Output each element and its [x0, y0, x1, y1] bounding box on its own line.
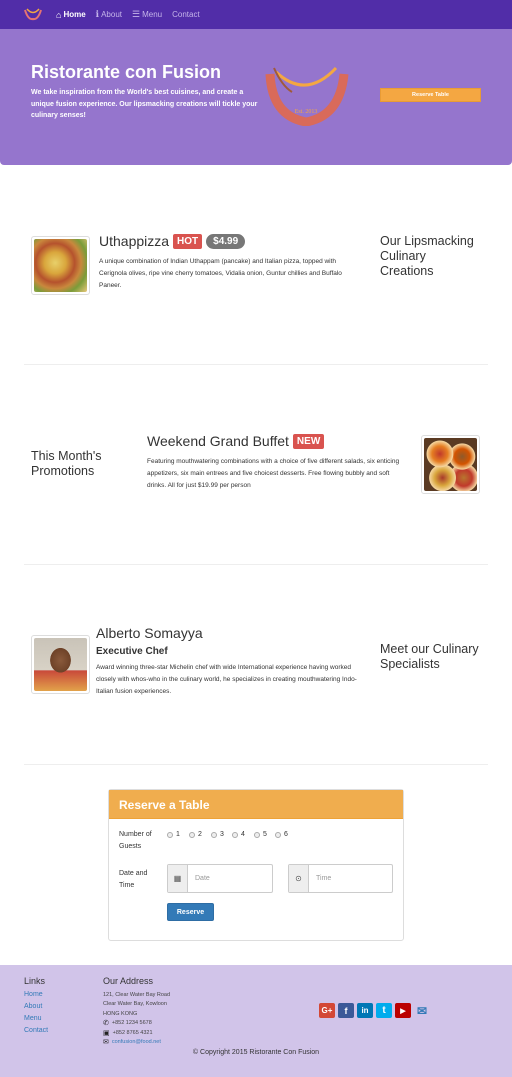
dish-name: Uthappizza [99, 233, 170, 249]
promotion-image [421, 435, 480, 494]
reserve-table-button[interactable]: Reserve Table [380, 88, 481, 102]
phone-number: +852 1234 5678 [111, 1020, 152, 1026]
nav-label: About [101, 10, 122, 19]
calendar-icon: ▦ [168, 865, 188, 892]
youtube-icon[interactable]: ▶ [395, 1003, 411, 1018]
links-heading: Links [24, 976, 46, 986]
radio-button[interactable] [189, 831, 195, 838]
clock-icon: ⊙ [289, 865, 309, 892]
phone-icon: ✆ [103, 1020, 109, 1027]
reserve-panel: Reserve a Table Number of Guests 1 2 3 4… [108, 789, 404, 941]
guest-option-label: 2 [198, 831, 202, 838]
date-input[interactable]: Date [188, 865, 272, 892]
promotion-name: Weekend Grand Buffet [147, 433, 289, 449]
phone-line: ✆ +852 1234 5678 [103, 1019, 152, 1029]
divider [24, 364, 488, 365]
new-label: NEW [292, 433, 325, 449]
nav-item-contact[interactable]: Contact [172, 10, 200, 19]
jumbotron-title: Ristorante con Fusion [31, 62, 222, 82]
dish-title: Uthappizza HOT $4.99 [99, 233, 246, 249]
hot-label: HOT [173, 233, 203, 249]
promotion-side-heading: This Month's Promotions [31, 449, 102, 478]
email-line: ✉ confusion@food.net [103, 1038, 161, 1048]
guest-option-label: 1 [176, 831, 180, 838]
nav-label: Contact [172, 10, 200, 19]
dish-image [31, 236, 90, 295]
address-heading: Our Address [103, 976, 154, 986]
brand-logo-icon[interactable] [24, 7, 42, 21]
footer-link-about[interactable]: About [24, 1003, 42, 1010]
nav-item-home[interactable]: ⌂ Home [56, 10, 86, 20]
nav-label: Menu [142, 10, 163, 19]
guests-label: Number of Guests [119, 831, 152, 850]
radio-button[interactable] [275, 831, 281, 838]
leader-image [31, 635, 90, 694]
navbar: ⌂ Home ℹ About ☰ Menu Contact [0, 0, 512, 29]
guest-option-6[interactable]: 6 [275, 831, 288, 838]
footer-link-menu[interactable]: Menu [24, 1015, 42, 1022]
time-input[interactable]: Time [309, 865, 392, 892]
leader-name: Alberto Somayya [96, 625, 203, 641]
facebook-icon[interactable]: f [338, 1003, 354, 1018]
jumbotron: Ristorante con Fusion We take inspiratio… [0, 29, 512, 165]
price-badge: $4.99 [206, 233, 246, 249]
restaurant-logo: Est. 2013 [265, 66, 349, 126]
datetime-label: Date and Time [119, 870, 148, 889]
guest-option-4[interactable]: 4 [232, 831, 245, 838]
guest-option-label: 5 [263, 831, 267, 838]
radio-button[interactable] [232, 831, 238, 838]
guest-option-label: 4 [241, 831, 245, 838]
radio-button[interactable] [211, 831, 217, 838]
nav-item-menu[interactable]: ☰ Menu [132, 9, 162, 20]
footer-link-contact[interactable]: Contact [24, 1027, 48, 1034]
divider [24, 564, 488, 565]
guest-option-5[interactable]: 5 [254, 831, 267, 838]
copyright: © Copyright 2015 Ristorante Con Fusion [192, 1049, 320, 1056]
email-link[interactable]: confusion@food.net [112, 1038, 161, 1048]
logo-est-text: Est. 2013 [295, 109, 318, 115]
nav-item-about[interactable]: ℹ About [96, 9, 122, 20]
address-line: Clear Water Bay, Kowloon [103, 1001, 167, 1007]
promotion-description: Featuring mouthwatering combinations wit… [147, 458, 400, 489]
radio-button[interactable] [254, 831, 260, 838]
jumbotron-text: We take inspiration from the World's bes… [31, 89, 258, 119]
date-input-group: ▦ Date [167, 864, 273, 893]
guest-option-2[interactable]: 2 [189, 831, 202, 838]
radio-button[interactable] [167, 831, 173, 838]
envelope-icon[interactable]: ✉ [414, 1003, 430, 1018]
dish-description: A unique combination of Indian Uthappam … [99, 258, 342, 289]
social-links: G+ f in t ▶ ✉ [319, 1003, 430, 1018]
guest-option-label: 6 [284, 831, 288, 838]
leader-designation: Executive Chef [96, 646, 168, 657]
info-icon: ℹ [95, 9, 100, 19]
footer-link-home[interactable]: Home [24, 991, 43, 998]
time-input-group: ⊙ Time [288, 864, 393, 893]
leader-side-heading: Meet our Culinary Specialists [380, 642, 479, 671]
list-icon: ☰ [132, 9, 141, 19]
nav-menu: ⌂ Home ℹ About ☰ Menu Contact [56, 0, 210, 29]
promotion-title: Weekend Grand Buffet NEW [147, 433, 325, 449]
google-plus-icon[interactable]: G+ [319, 1003, 335, 1018]
dish-side-heading: Our Lipsmacking Culinary Creations [380, 234, 474, 278]
footer: Links Home About Menu Contact Our Addres… [0, 965, 512, 1077]
linkedin-icon[interactable]: in [357, 1003, 373, 1018]
nav-label: Home [63, 10, 86, 19]
envelope-icon: ✉ [103, 1039, 109, 1046]
reserve-panel-heading: Reserve a Table [109, 790, 403, 819]
reserve-submit-button[interactable]: Reserve [167, 903, 214, 921]
divider [24, 764, 488, 765]
leader-description: Award winning three-star Michelin chef w… [96, 664, 357, 695]
guest-option-1[interactable]: 1 [167, 831, 180, 838]
twitter-icon[interactable]: t [376, 1003, 392, 1018]
guest-option-3[interactable]: 3 [211, 831, 224, 838]
home-icon: ⌂ [56, 9, 62, 20]
guest-option-label: 3 [220, 831, 224, 838]
